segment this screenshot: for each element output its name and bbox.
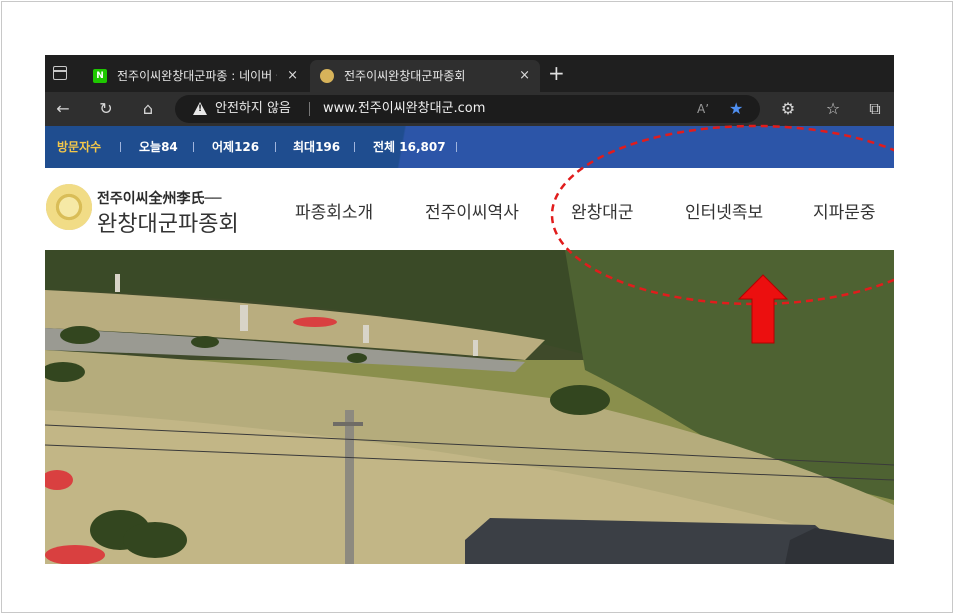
- url-text[interactable]: www.전주이씨완창대군.com: [323, 95, 485, 123]
- tab-title: 전주이씨완창대군파종 : 네이버 블: [117, 69, 277, 83]
- browser-screenshot: N 전주이씨완창대군파종 : 네이버 블 × 전주이씨완창대군파종회 × + ←…: [45, 55, 894, 564]
- favorite-star-icon[interactable]: ★: [729, 95, 743, 123]
- nav-item-history[interactable]: 전주이씨역사: [425, 198, 519, 223]
- close-icon[interactable]: ×: [519, 60, 530, 92]
- home-icon[interactable]: ⌂: [136, 92, 160, 126]
- back-icon[interactable]: ←: [51, 92, 75, 126]
- address-bar[interactable]: 안전하지 않음 www.전주이씨완창대군.com Aʼ ★: [175, 95, 760, 123]
- visitor-yesterday: 어제126: [212, 140, 260, 154]
- divider: [354, 142, 355, 152]
- naver-icon: N: [93, 69, 107, 83]
- divider: [456, 142, 457, 152]
- screenshot-frame: N 전주이씨완창대군파종 : 네이버 블 × 전주이씨완창대군파종회 × + ←…: [1, 1, 953, 613]
- read-aloud-icon[interactable]: Aʼ: [697, 95, 709, 123]
- warning-icon[interactable]: [193, 102, 207, 115]
- close-icon[interactable]: ×: [287, 60, 298, 92]
- new-tab-button[interactable]: +: [548, 63, 565, 83]
- visitor-total: 전체 16,807: [373, 140, 446, 154]
- tab-naver-blog[interactable]: N 전주이씨완창대군파종 : 네이버 블 ×: [83, 60, 308, 92]
- annotation-up-arrow: [737, 274, 789, 344]
- divider: [193, 142, 194, 152]
- annotation-ellipse: [550, 124, 894, 306]
- seal-icon: [320, 69, 334, 83]
- tab-active-site[interactable]: 전주이씨완창대군파종회 ×: [310, 60, 540, 92]
- logo-subtitle[interactable]: 전주이씨全州李氏──: [97, 188, 221, 208]
- url-divider: [309, 102, 310, 116]
- visitor-max: 최대196: [293, 140, 341, 154]
- tab-actions-icon[interactable]: [53, 66, 67, 80]
- visitor-today: 오늘84: [139, 140, 178, 154]
- tab-bar: N 전주이씨완창대군파종 : 네이버 블 × 전주이씨완창대군파종회 × +: [45, 55, 894, 92]
- logo-title[interactable]: 완창대군파종회: [97, 206, 239, 238]
- refresh-icon[interactable]: ↻: [94, 92, 118, 126]
- visitor-label: 방문자수: [57, 140, 102, 154]
- divider: [275, 142, 276, 152]
- security-status[interactable]: 안전하지 않음: [215, 95, 291, 123]
- divider: [120, 142, 121, 152]
- tab-title: 전주이씨완창대군파종회: [344, 69, 466, 83]
- nav-item-about[interactable]: 파종회소개: [295, 198, 373, 223]
- clan-emblem-icon[interactable]: [46, 184, 92, 230]
